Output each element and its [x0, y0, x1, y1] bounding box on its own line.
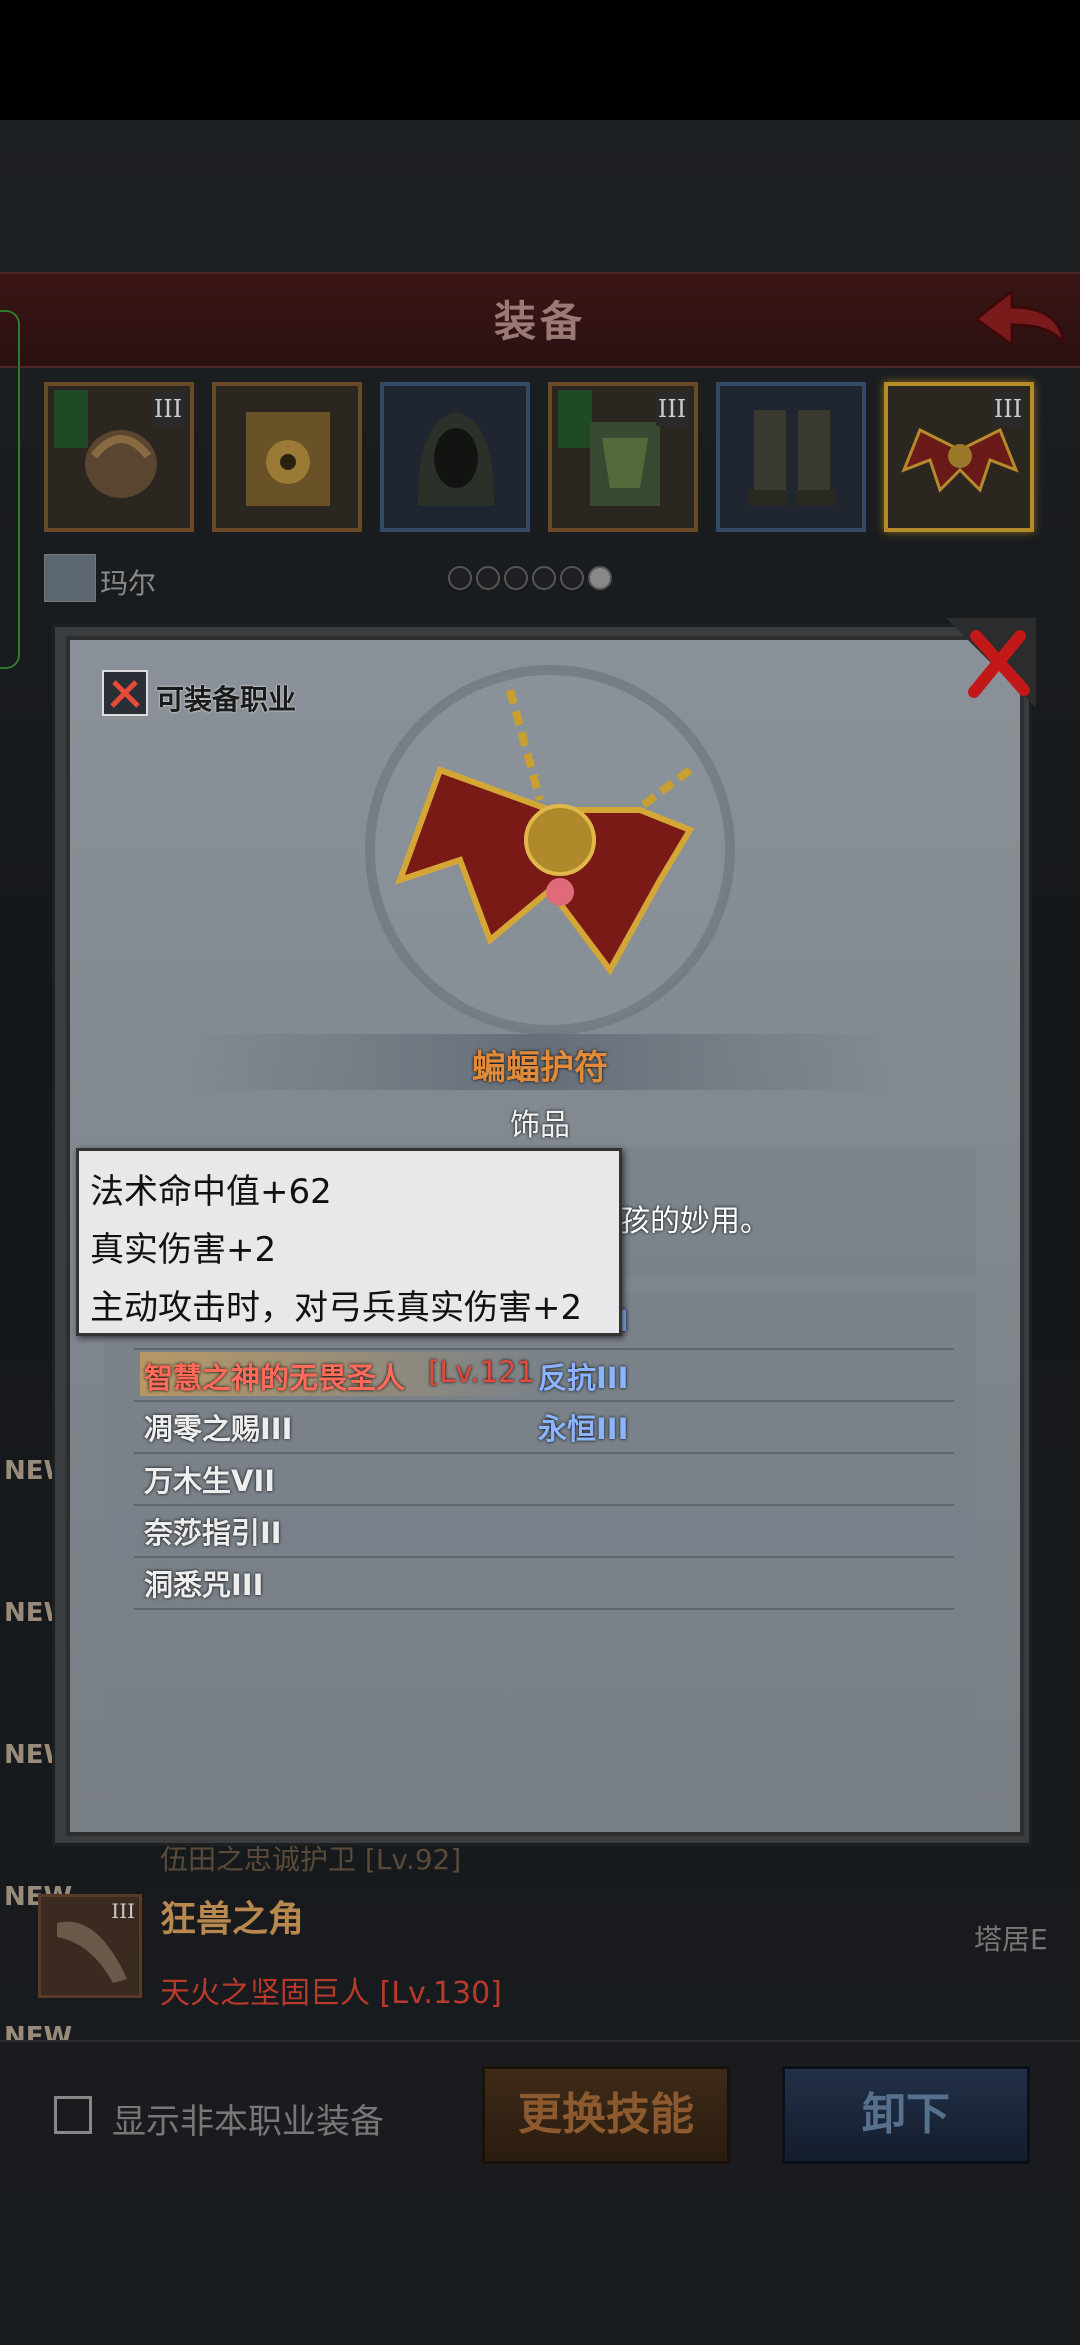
page-dot[interactable] — [560, 566, 584, 590]
divider — [134, 1504, 954, 1506]
divider — [134, 1400, 954, 1402]
list-item-tag: 塔居E — [974, 1923, 1048, 1956]
tooltip-line: 主动攻击时，对弓兵真实伤害+2 — [90, 1288, 583, 1328]
skill-item-right: 反抗III — [538, 1361, 629, 1395]
crossed-tools-icon — [110, 680, 140, 708]
item-name: 蝙蝠护符 — [472, 1048, 608, 1088]
list-item-hero: 天火之坚固巨人 [Lv.130] — [160, 1976, 502, 2011]
page-dot[interactable] — [532, 566, 556, 590]
tier-badge: III — [111, 1899, 135, 1923]
page-dot[interactable] — [476, 566, 500, 590]
tier-badge: III — [992, 392, 1024, 426]
bat-amulet-icon — [365, 665, 735, 1035]
divider — [134, 1608, 954, 1610]
skill-level: [Lv.121 — [428, 1355, 535, 1389]
list-item-icon[interactable]: III — [38, 1894, 142, 1998]
tier-badge: III — [656, 392, 688, 426]
item-type: 饰品 — [510, 1108, 570, 1143]
page-dot[interactable] — [504, 566, 528, 590]
skill-item: 奈莎指引II — [144, 1516, 282, 1550]
divider — [134, 1452, 954, 1454]
character-name: 玛尔 — [100, 567, 157, 600]
side-drawer-handle[interactable] — [0, 310, 20, 669]
equip-slot-accessory[interactable]: III — [884, 382, 1034, 532]
skill-item: 智慧之神的无畏圣人 — [144, 1361, 406, 1395]
equip-slot-armor[interactable] — [212, 382, 362, 532]
page-dot-active[interactable] — [588, 566, 612, 590]
skill-item: 凋零之赐III — [144, 1412, 293, 1446]
hood-icon — [417, 412, 495, 506]
show-other-class-checkbox[interactable] — [54, 2096, 92, 2134]
skill-item-right: 永恒III — [538, 1412, 629, 1446]
close-icon[interactable] — [946, 618, 1036, 708]
divider — [134, 1348, 954, 1350]
equip-slot-boots[interactable] — [716, 382, 866, 532]
status-bar-area — [0, 0, 1080, 120]
boots-icon — [748, 410, 836, 506]
skill-item: 万木生VII — [144, 1464, 276, 1498]
list-item-name[interactable]: 狂兽之角 — [160, 1890, 304, 1942]
divider — [134, 1556, 954, 1558]
golden-armor-icon — [246, 412, 330, 506]
equip-slot-hood[interactable] — [380, 382, 530, 532]
avatar — [44, 554, 96, 602]
show-other-class-label[interactable]: 显示非本职业装备 — [112, 2094, 384, 2143]
skill-item: 洞悉咒III — [144, 1568, 264, 1602]
tier-badge: III — [152, 392, 184, 426]
class-tag-label[interactable]: 可装备职业 — [156, 678, 296, 718]
page-title: 装备 — [493, 297, 586, 346]
tooltip-line: 法术命中值+62 — [90, 1172, 332, 1212]
dragon-helm-icon — [85, 430, 157, 498]
equip-slot-chest[interactable]: III — [548, 382, 698, 532]
class-tag-icon[interactable] — [102, 670, 148, 716]
unequip-button[interactable]: 卸下 — [782, 2066, 1030, 2164]
tooltip-line: 真实伤害+2 — [90, 1230, 277, 1270]
swap-skill-button[interactable]: 更换技能 — [482, 2066, 730, 2164]
equip-slot-helm[interactable]: III — [44, 382, 194, 532]
back-arrow-icon[interactable] — [968, 285, 1068, 351]
page-dot[interactable] — [448, 566, 472, 590]
